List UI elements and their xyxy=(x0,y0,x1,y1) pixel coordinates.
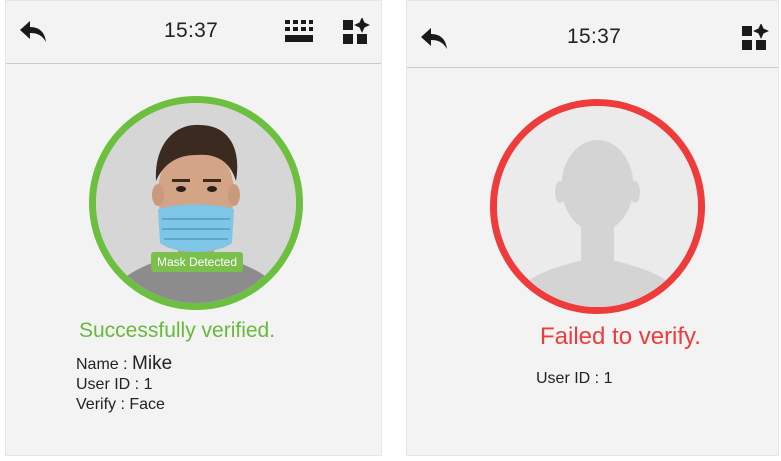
mask-detected-badge: Mask Detected xyxy=(151,252,243,272)
clock-time: 15:37 xyxy=(164,19,219,42)
user-id-value: 1 xyxy=(143,376,153,393)
success-screen: 15:37 Mask Detected Successfully verifie… xyxy=(5,0,382,456)
user-info: Name : Mike User ID : 1 Verify : Face xyxy=(76,354,172,415)
name-row: Name : Mike xyxy=(76,354,172,375)
verify-row: Verify : Face xyxy=(76,395,172,415)
verification-status: Successfully verified. xyxy=(79,319,276,342)
clock-time: 15:37 xyxy=(567,25,622,48)
user-id-row: User ID : 1 xyxy=(536,369,612,389)
user-id-value: 1 xyxy=(603,370,613,387)
user-id-row: User ID : 1 xyxy=(76,375,172,395)
face-placeholder-frame xyxy=(490,99,705,314)
top-bar: 15:37 xyxy=(407,7,778,68)
name-value: Mike xyxy=(132,353,173,374)
face-photo xyxy=(96,103,296,303)
verify-value: Face xyxy=(129,396,165,413)
user-id-label: User ID : xyxy=(76,376,140,393)
name-label: Name : xyxy=(76,356,128,373)
back-arrow-icon[interactable] xyxy=(419,25,451,57)
failure-screen: 15:37 Failed to verify. User ID : 1 xyxy=(406,0,779,456)
apps-icon[interactable] xyxy=(342,18,374,50)
keyboard-icon[interactable] xyxy=(284,18,316,50)
top-bar: 15:37 xyxy=(6,1,381,64)
back-arrow-icon[interactable] xyxy=(18,18,50,50)
apps-icon[interactable] xyxy=(741,24,773,56)
user-silhouette-icon xyxy=(497,106,698,307)
verify-label: Verify : xyxy=(76,396,125,413)
user-id-label: User ID : xyxy=(536,370,600,387)
user-info: User ID : 1 xyxy=(536,369,612,389)
face-photo-frame xyxy=(89,96,303,310)
verification-status: Failed to verify. xyxy=(540,323,701,350)
